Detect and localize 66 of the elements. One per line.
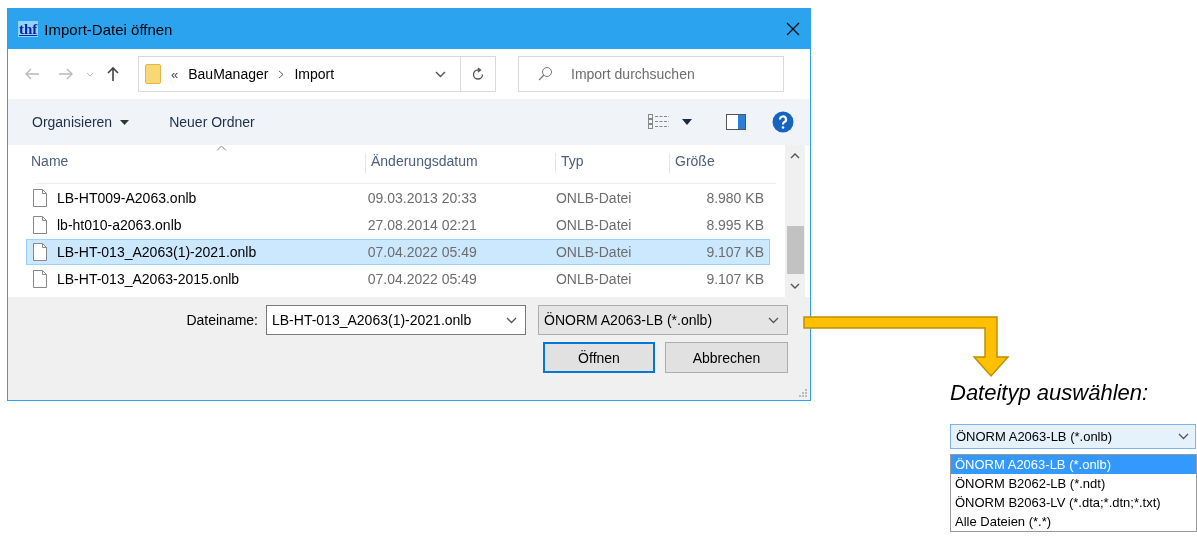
scroll-up-icon[interactable] <box>790 153 800 159</box>
search-field[interactable]: Import durchsuchen <box>518 56 784 92</box>
file-row[interactable]: LB-HT-013_A2063-2015.onlb 07.04.2022 05:49 ONLB-Datei 9.107 KB <box>26 266 770 292</box>
file-name: LB-HT009-A2063.onlb <box>57 190 197 206</box>
file-name: lb-ht010-a2063.onlb <box>57 217 182 233</box>
view-options-icon[interactable] <box>648 114 670 130</box>
dropdown-option[interactable]: ÖNORM B2063-LV (*.dta;*.dtn;*.txt) <box>951 493 1196 512</box>
file-name: LB-HT-013_A2063(1)-2021.onlb <box>57 244 257 260</box>
file-date: 09.03.2013 20:33 <box>366 190 478 206</box>
filename-field[interactable]: LB-HT-013_A2063(1)-2021.onlb <box>266 305 526 335</box>
filename-label: Dateiname: <box>186 312 258 328</box>
preview-pane-icon[interactable] <box>726 114 746 130</box>
caret-icon[interactable] <box>682 119 692 125</box>
file-icon <box>33 270 47 288</box>
column-header[interactable]: Typ <box>556 153 670 173</box>
resize-grip-icon[interactable] <box>798 388 807 397</box>
breadcrumb-item[interactable]: Import <box>294 66 335 82</box>
file-type-dropdown[interactable]: ÖNORM A2063-LB (*.onlb) <box>950 424 1196 449</box>
dropdown-caret-icon[interactable] <box>435 70 446 78</box>
dropdown-caret-icon[interactable] <box>506 316 517 324</box>
organize-button[interactable]: Organisieren <box>26 110 136 134</box>
dropdown-option[interactable]: Alle Dateien (*.*) <box>951 512 1196 531</box>
refresh-icon[interactable] <box>471 66 485 82</box>
callout-caption: Dateityp auswählen: <box>950 380 1150 406</box>
column-header[interactable]: Name <box>26 153 366 173</box>
chevron-right-icon <box>278 69 285 79</box>
cancel-button[interactable]: Abbrechen <box>665 342 788 373</box>
file-size: 8.980 KB <box>705 190 765 206</box>
file-icon <box>33 243 47 261</box>
file-date: 07.04.2022 05:49 <box>366 244 478 260</box>
file-row[interactable]: LB-HT-013_A2063(1)-2021.onlb 07.04.2022 05:49 ONLB-Datei 9.107 KB <box>26 239 770 265</box>
file-size: 8.995 KB <box>705 217 765 233</box>
file-icon <box>33 189 47 207</box>
file-icon <box>33 216 47 234</box>
file-type-dropdown[interactable]: ÖNORM A2063-LB (*.onlb) <box>538 305 788 335</box>
address-bar[interactable]: « BauManager Import <box>138 56 496 92</box>
file-name: LB-HT-013_A2063-2015.onlb <box>57 271 240 287</box>
file-type: ONLB-Datei <box>554 190 633 206</box>
open-button[interactable]: Öffnen <box>543 342 655 373</box>
close-icon[interactable] <box>786 22 800 36</box>
scrollbar[interactable] <box>785 145 805 297</box>
file-row[interactable]: lb-ht010-a2063.onlb 27.08.2014 02:21 ONLB-Datei 8.995 KB <box>26 212 770 238</box>
file-row[interactable]: LB-HT009-A2063.onlb 09.03.2013 20:33 ONLB-Datei 8.980 KB <box>26 185 770 211</box>
help-icon[interactable] <box>772 111 794 133</box>
dropdown-option[interactable]: ÖNORM B2062-LB (*.ndt) <box>951 474 1196 493</box>
file-type: ONLB-Datei <box>554 244 633 260</box>
file-date: 07.04.2022 05:49 <box>366 271 478 287</box>
file-date: 27.08.2014 02:21 <box>366 217 478 233</box>
dropdown-caret-icon <box>768 316 779 324</box>
dropdown-caret-icon <box>1178 433 1189 440</box>
file-size: 9.107 KB <box>705 244 765 260</box>
file-type: ONLB-Datei <box>554 217 633 233</box>
file-size: 9.107 KB <box>705 271 765 287</box>
column-header[interactable]: Änderungsdatum <box>366 153 556 173</box>
overflow-chevron[interactable]: « <box>171 66 179 82</box>
column-header[interactable]: Größe <box>670 153 776 173</box>
up-arrow-icon[interactable] <box>106 66 120 82</box>
app-logo: thf <box>18 21 39 37</box>
breadcrumb-item[interactable]: BauManager <box>188 66 269 82</box>
scroll-down-icon[interactable] <box>790 283 800 289</box>
caret-icon <box>120 119 130 125</box>
search-icon <box>538 66 553 81</box>
new-folder-button[interactable]: Neuer Ordner <box>163 110 261 134</box>
folder-icon <box>145 64 161 84</box>
window-title: Import-Datei öffnen <box>44 20 174 38</box>
file-type: ONLB-Datei <box>554 271 633 287</box>
